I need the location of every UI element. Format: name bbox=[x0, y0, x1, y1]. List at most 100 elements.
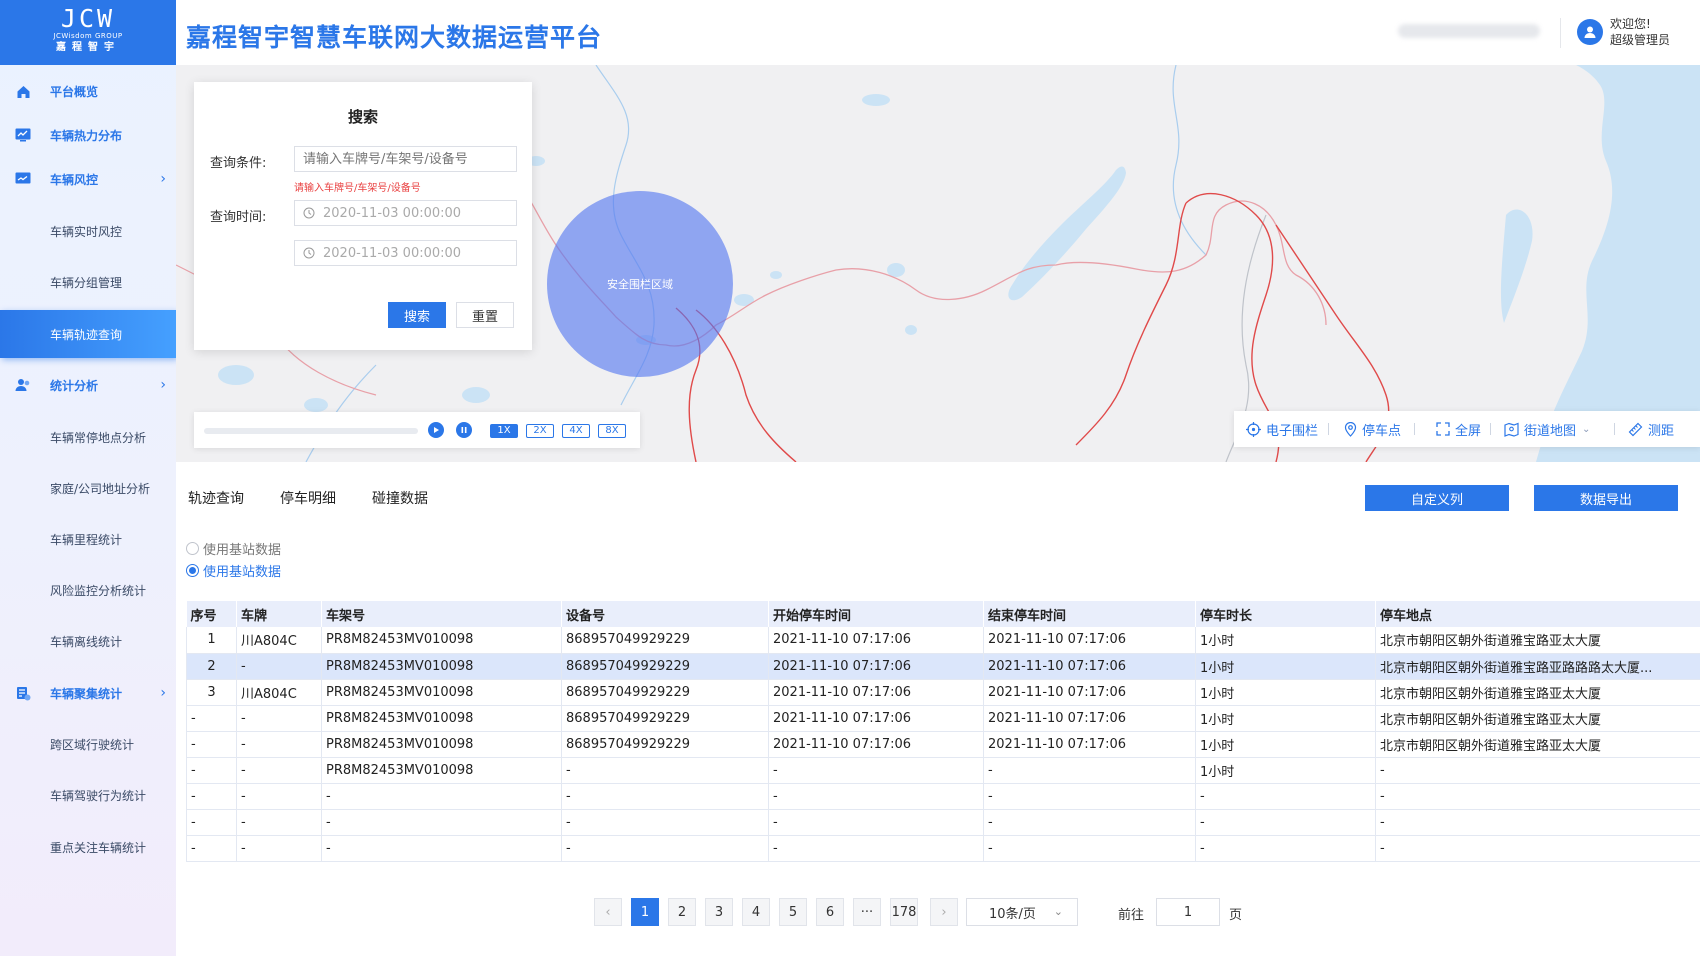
column-header[interactable]: 序号 bbox=[186, 601, 237, 627]
table-cell: 2021-11-10 07:17:06 bbox=[983, 705, 1196, 732]
start-time-value: 2020-11-03 00:00:00 bbox=[323, 205, 462, 221]
table-cell: - bbox=[236, 653, 322, 680]
page-ellipsis[interactable]: ··· bbox=[853, 898, 881, 926]
table-cell: 868957049929229 bbox=[561, 705, 769, 732]
play-icon[interactable] bbox=[428, 422, 444, 438]
sidebar-item-2[interactable]: 车辆风控 › bbox=[0, 155, 176, 203]
speed-button-3[interactable]: 8X bbox=[598, 424, 626, 438]
user-welcome[interactable]: 欢迎您! 超级管理员 bbox=[1610, 16, 1670, 48]
sidebar-item-label: 车辆风控 bbox=[50, 172, 99, 187]
column-header[interactable]: 结束停车时间 bbox=[983, 601, 1196, 627]
table-cell: - bbox=[561, 835, 769, 862]
column-header[interactable]: 设备号 bbox=[561, 601, 769, 627]
page-button[interactable]: 3 bbox=[705, 898, 733, 926]
sidebar-item-4[interactable]: 车辆分组管理 bbox=[0, 259, 176, 305]
start-time-picker[interactable]: 2020-11-03 00:00:00 bbox=[294, 200, 517, 226]
table-cell: 868957049929229 bbox=[561, 627, 769, 654]
page-size-select[interactable]: 10条/页 ⌄ bbox=[966, 898, 1078, 926]
table-cell: - bbox=[561, 757, 769, 784]
fence-tool[interactable]: 电子围栏 bbox=[1246, 411, 1318, 447]
sidebar-item-9[interactable]: 车辆里程统计 bbox=[0, 516, 176, 562]
table-row[interactable]: -------- bbox=[186, 783, 1700, 810]
table-cell: 北京市朝阳区朝外街道雅宝路亚太大厦 bbox=[1375, 731, 1700, 758]
table-cell: - bbox=[236, 809, 322, 836]
sidebar-item-3[interactable]: 车辆实时风控 bbox=[0, 208, 176, 254]
sidebar-item-0[interactable]: 平台概览 bbox=[0, 67, 176, 115]
sidebar-item-7[interactable]: 车辆常停地点分析 bbox=[0, 414, 176, 460]
table-row[interactable]: - - PR8M82453MV010098- - -1小时 - bbox=[186, 757, 1700, 784]
page-button[interactable]: 178 bbox=[890, 898, 918, 926]
page-button[interactable]: 2 bbox=[668, 898, 696, 926]
sidebar-item-label: 车辆轨迹查询 bbox=[50, 327, 123, 342]
tab-track-query[interactable]: 轨迹查询 bbox=[188, 488, 244, 508]
table-cell: 2021-11-10 07:17:06 bbox=[983, 731, 1196, 758]
page-button[interactable]: 6 bbox=[816, 898, 844, 926]
page-title: 嘉程智宇智慧车联网大数据运营平台 bbox=[186, 23, 603, 52]
column-header[interactable]: 停车地点 bbox=[1375, 601, 1700, 627]
search-button[interactable]: 搜索 bbox=[388, 302, 446, 328]
table-cell: - bbox=[186, 757, 237, 784]
page-button[interactable]: 1 bbox=[631, 898, 659, 926]
column-header[interactable]: 车架号 bbox=[321, 601, 562, 627]
chevron-down-icon: ⌄ bbox=[1053, 905, 1063, 918]
playback-progress-track[interactable] bbox=[204, 428, 418, 434]
pause-icon[interactable] bbox=[456, 422, 472, 438]
sidebar-item-label: 重点关注车辆统计 bbox=[50, 840, 147, 855]
sidebar-item-12[interactable]: 车辆聚集统计 › bbox=[0, 669, 176, 717]
sidebar-item-14[interactable]: 车辆驾驶行为统计 bbox=[0, 772, 176, 818]
export-data-button[interactable]: 数据导出 bbox=[1534, 485, 1678, 511]
table-cell: - bbox=[1195, 783, 1376, 810]
user-role: 超级管理员 bbox=[1610, 33, 1671, 47]
table-cell: - bbox=[1375, 757, 1700, 784]
tool-divider bbox=[1490, 423, 1491, 435]
goto-page-input[interactable] bbox=[1156, 898, 1220, 926]
end-time-picker[interactable]: 2020-11-03 00:00:00 bbox=[294, 240, 517, 266]
next-page-button[interactable]: › bbox=[930, 898, 958, 926]
sidebar-item-5[interactable]: 车辆轨迹查询 bbox=[0, 310, 176, 358]
sidebar-item-6[interactable]: 统计分析 › bbox=[0, 361, 176, 409]
table-row[interactable]: -------- bbox=[186, 809, 1700, 836]
user-avatar-icon[interactable] bbox=[1577, 19, 1603, 45]
table-cell: 北京市朝阳区朝外街道雅宝路亚太大厦 bbox=[1375, 705, 1700, 732]
prev-page-button[interactable]: ‹ bbox=[594, 898, 622, 926]
table-row[interactable]: -------- bbox=[186, 835, 1700, 862]
custom-columns-button[interactable]: 自定义列 bbox=[1365, 485, 1509, 511]
page-button[interactable]: 4 bbox=[742, 898, 770, 926]
sidebar-item-10[interactable]: 风险监控分析统计 bbox=[0, 567, 176, 613]
fence-tool-label: 电子围栏 bbox=[1266, 423, 1319, 439]
table-row[interactable]: 1 川A804C PR8M82453MV010098 868957049929229 2… bbox=[186, 627, 1700, 654]
street-map-tool[interactable]: 街道地图 ⌄ bbox=[1504, 411, 1590, 447]
table-cell: 1小时 bbox=[1195, 653, 1376, 680]
column-header[interactable]: 停车时长 bbox=[1195, 601, 1376, 627]
page-button[interactable]: 5 bbox=[779, 898, 807, 926]
parking-tool[interactable]: 停车点 bbox=[1344, 411, 1401, 447]
speed-button-1[interactable]: 2X bbox=[526, 424, 554, 438]
data-source-radio-0[interactable]: 使用基站数据 bbox=[186, 539, 281, 558]
table-row[interactable]: 2- PR8M82453MV010098 868957049929229 2021-1… bbox=[186, 653, 1700, 680]
sidebar-item-1[interactable]: 车辆热力分布 bbox=[0, 111, 176, 159]
table-cell: PR8M82453MV010098 bbox=[321, 653, 562, 680]
table-cell: - bbox=[186, 731, 237, 758]
column-header[interactable]: 开始停车时间 bbox=[768, 601, 984, 627]
table-row[interactable]: 3 川A804C PR8M82453MV010098 868957049929229 2… bbox=[186, 679, 1700, 706]
table-row[interactable]: - - PR8M82453MV010098 868957049929229 2021-1… bbox=[186, 731, 1700, 758]
table-cell: 北京市朝阳区朝外街道雅宝路亚太大厦 bbox=[1375, 679, 1700, 706]
sidebar-item-13[interactable]: 跨区域行驶统计 bbox=[0, 721, 176, 767]
safe-fence-circle[interactable]: 安全围栏区域 bbox=[547, 191, 733, 377]
speed-button-2[interactable]: 4X bbox=[562, 424, 590, 438]
measure-tool[interactable]: 测距 bbox=[1628, 411, 1674, 447]
fullscreen-tool[interactable]: 全屏 bbox=[1436, 411, 1481, 447]
sidebar-item-11[interactable]: 车辆离线统计 bbox=[0, 618, 176, 664]
street-map-tool-label: 街道地图 bbox=[1524, 423, 1577, 439]
column-header[interactable]: 车牌 bbox=[236, 601, 322, 627]
table-row[interactable]: - - PR8M82453MV010098 868957049929229 2021-1… bbox=[186, 705, 1700, 732]
reset-button[interactable]: 重置 bbox=[456, 302, 514, 328]
sidebar-item-8[interactable]: 家庭/公司地址分析 bbox=[0, 465, 176, 511]
search-panel: 搜索 查询条件: 请输入车牌号/车架号/设备号 查询时间: 2020-11-03… bbox=[194, 82, 532, 350]
data-source-radio-1[interactable]: 使用基站数据 bbox=[186, 561, 281, 580]
speed-button-0[interactable]: 1X bbox=[490, 424, 518, 438]
tab-collision-data[interactable]: 碰撞数据 bbox=[372, 488, 428, 508]
query-condition-input[interactable] bbox=[294, 146, 517, 172]
tab-parking-detail[interactable]: 停车明细 bbox=[280, 488, 336, 508]
sidebar-item-15[interactable]: 重点关注车辆统计 bbox=[0, 824, 176, 870]
